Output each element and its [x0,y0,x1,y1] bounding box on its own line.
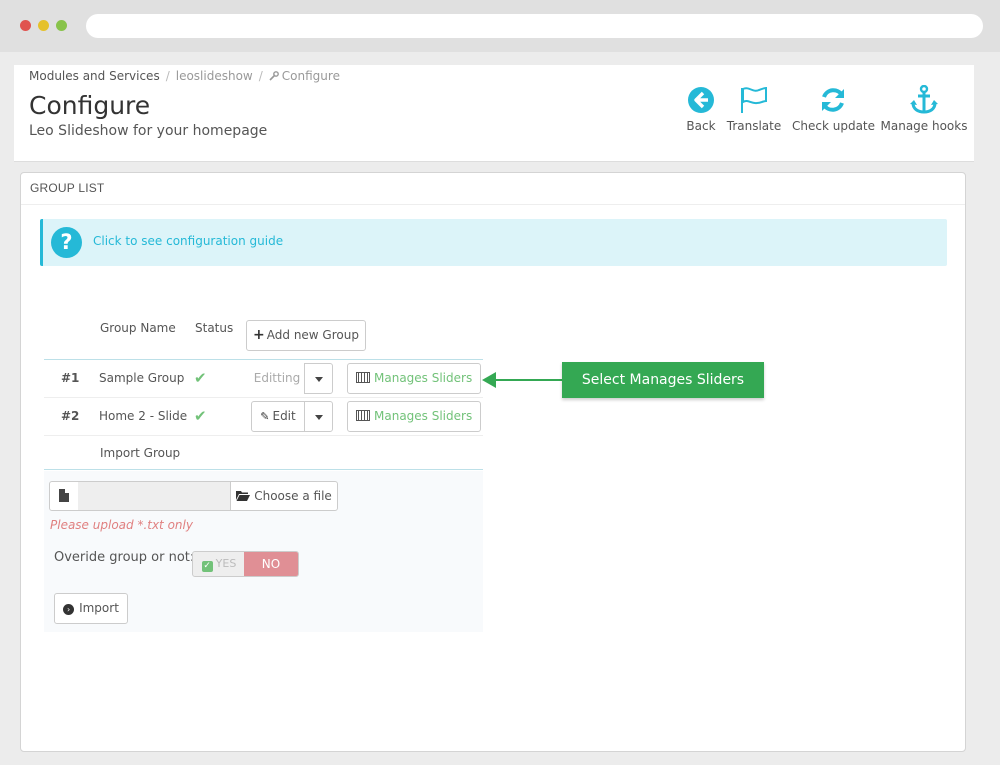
translate-button[interactable]: Translate [724,85,784,133]
override-no[interactable]: NO [244,552,298,576]
film-icon [356,410,370,421]
override-yes-label: YES [215,557,237,570]
manages-sliders-label: Manages Sliders [374,409,473,423]
flag-icon [741,86,767,113]
panel-heading: GROUP LIST [21,173,965,205]
table-divider [44,435,483,436]
editting-split-button: Editting [249,363,333,394]
back-label: Back [686,119,716,133]
import-form: Choose a file Please upload *.txt only O… [44,471,483,632]
column-header-status: Status [195,321,234,335]
row-group-name: Home 2 - Slide [99,409,188,423]
back-icon [688,87,714,113]
editting-button: Editting [249,363,305,394]
page-title: Configure [29,91,151,120]
import-label: Import [79,601,119,615]
table-divider [44,359,483,360]
edit-split-button[interactable]: ✎ Edit [251,401,333,432]
upload-hint: Please upload *.txt only [50,518,193,532]
question-icon: ? [51,227,82,258]
manage-hooks-button[interactable]: Manage hooks [878,85,970,133]
page-header: Modules and Services / leoslideshow / Config… [14,65,974,162]
check-update-label: Check update [792,119,876,133]
override-yes[interactable]: ✓ YES [193,552,245,576]
override-switch[interactable]: ✓ YES NO [192,551,299,577]
manage-hooks-label: Manage hooks [880,119,968,133]
anchor-icon [910,85,938,114]
pencil-icon: ✎ [260,410,270,423]
add-new-group-button[interactable]: + Add new Group [246,320,366,351]
wrench-icon [269,71,279,81]
manages-sliders-button[interactable]: Manages Sliders [347,401,482,432]
breadcrumb-current: Configure [269,69,340,83]
window-close-dot[interactable] [20,20,31,31]
check-icon: ✔ [194,369,207,387]
choose-file-button[interactable]: Choose a file [230,481,338,511]
add-new-group-label: Add new Group [266,328,359,342]
manages-sliders-label: Manages Sliders [374,371,473,385]
config-guide-alert: ? Click to see configuration guide [40,219,947,266]
breadcrumb-leoslideshow[interactable]: leoslideshow [176,69,253,83]
folder-open-icon [236,491,251,501]
film-icon [356,372,370,383]
file-icon [59,489,69,502]
file-path-input[interactable] [78,481,231,511]
breadcrumb-modules[interactable]: Modules and Services [29,69,160,83]
chevron-down-icon[interactable] [304,401,333,432]
import-button[interactable]: › Import [54,593,128,624]
override-label: Overide group or not: [54,550,195,565]
check-icon: ✔ [194,407,207,425]
address-bar[interactable] [86,14,983,38]
translate-label: Translate [726,119,782,133]
choose-file-label: Choose a file [254,489,332,503]
row-group-name: Sample Group [99,371,185,385]
config-guide-link[interactable]: Click to see configuration guide [93,234,283,248]
table-divider [44,397,483,398]
refresh-icon [822,88,844,112]
breadcrumb: Modules and Services / leoslideshow / Config… [29,69,340,83]
check-icon: ✓ [201,561,213,572]
row-number: #1 [61,371,80,385]
column-header-group-name: Group Name [100,321,176,335]
plus-icon: + [253,327,265,343]
callout-arrow-head [482,372,496,388]
import-group-label: Import Group [100,446,181,460]
breadcrumb-separator: / [165,69,170,83]
edit-label: Edit [272,409,296,423]
page-subtitle: Leo Slideshow for your homepage [29,123,268,139]
edit-button[interactable]: ✎ Edit [251,401,305,432]
breadcrumb-configure: Configure [281,69,340,83]
back-button[interactable]: Back [681,85,721,133]
check-update-button[interactable]: Check update [792,85,876,133]
row-number: #2 [61,409,80,423]
callout-label: Select Manages Sliders [562,362,764,398]
window-maximize-dot[interactable] [56,20,67,31]
arrow-circle-icon: › [63,604,75,615]
callout-arrow [494,379,562,381]
table-divider [44,469,483,470]
page-viewport: Modules and Services / leoslideshow / Config… [0,52,1000,765]
browser-chrome [0,0,1000,52]
manages-sliders-button[interactable]: Manages Sliders [347,363,482,394]
breadcrumb-separator: / [258,69,263,83]
chevron-down-icon[interactable] [304,363,333,394]
file-icon-box [49,481,79,511]
group-list-panel: GROUP LIST ? Click to see configuration … [20,172,966,752]
window-minimize-dot[interactable] [38,20,49,31]
